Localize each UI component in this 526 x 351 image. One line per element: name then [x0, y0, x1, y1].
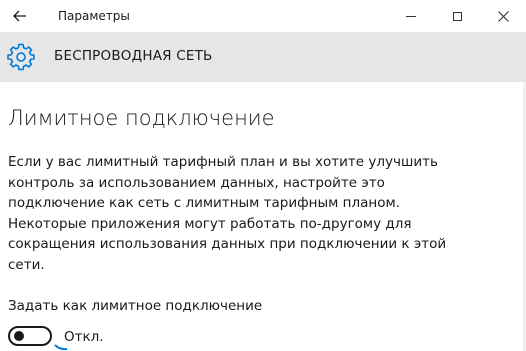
maximize-icon — [452, 11, 462, 21]
window-title: Параметры — [58, 9, 130, 23]
description-line: сети. — [8, 256, 45, 273]
toggle-state-text: Откл. — [64, 329, 104, 345]
description-line: Если у вас лимитный тарифный план и вы х… — [8, 154, 438, 170]
description-line: подключение как сеть с лимитным тарифным… — [8, 195, 400, 211]
minimize-icon — [406, 15, 416, 17]
section-description: Если у вас лимитный тарифный план и вы х… — [8, 152, 453, 275]
close-icon — [497, 10, 509, 22]
page-header-title: БЕСПРОВОДНАЯ СЕТЬ — [54, 48, 213, 64]
back-button[interactable] — [6, 3, 34, 29]
section-title: Лимитное подключение — [8, 106, 275, 130]
close-button[interactable] — [480, 0, 526, 32]
pointer-cursor-icon — [54, 344, 68, 351]
page-header: БЕСПРОВОДНАЯ СЕТЬ — [0, 32, 526, 82]
maximize-button[interactable] — [434, 0, 480, 32]
title-bar: Параметры — [0, 0, 526, 32]
toggle-knob — [14, 331, 24, 341]
back-arrow-icon — [13, 10, 26, 22]
metered-toggle-label: Задать как лимитное подключение — [8, 298, 263, 314]
description-line: контроль за использованием данных, настр… — [8, 174, 385, 191]
description-line: Некоторые приложения могут работать по-д… — [8, 215, 412, 232]
metered-connection-toggle[interactable] — [8, 326, 52, 346]
description-line: сокращения использования данных при подк… — [8, 236, 447, 252]
minimize-button[interactable] — [388, 0, 434, 32]
gear-icon — [7, 43, 35, 71]
settings-window: Параметры БЕСПРОВОДНАЯ СЕТЬ Лимитное под… — [0, 0, 526, 351]
